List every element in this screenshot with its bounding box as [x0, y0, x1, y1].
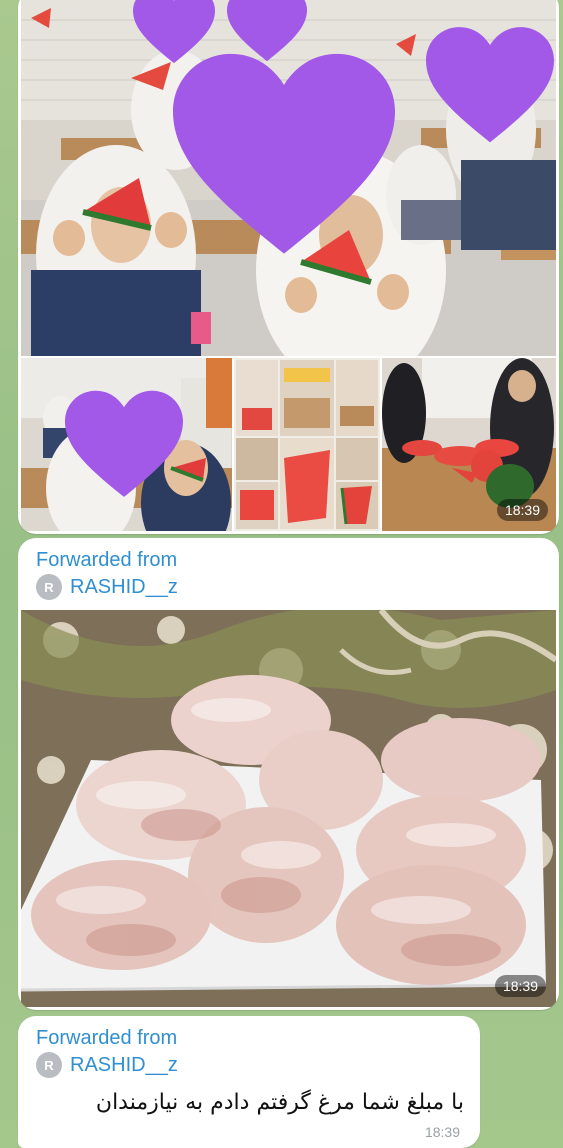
- photo-watermelon-collage[interactable]: [234, 358, 380, 531]
- forwarded-from-label: Forwarded from: [36, 1027, 178, 1049]
- forwarded-photo-message-bubble[interactable]: Forwarded from R RASHID__z 18:39: [18, 538, 559, 1010]
- album-timestamp: 18:39: [496, 499, 548, 521]
- forwarded-text-message-bubble[interactable]: Forwarded from R RASHID__z با مبلغ شما م…: [18, 1016, 480, 1148]
- photo-classroom-girls[interactable]: [21, 358, 232, 531]
- message-text: با مبلغ شما مرغ گرفتم دادم به نیازمندان: [95, 1090, 464, 1115]
- forwarded-header[interactable]: Forwarded from R RASHID__z: [36, 1026, 178, 1078]
- photo-classroom-watermelon[interactable]: [21, 0, 556, 356]
- photo-women-watermelon-table[interactable]: 18:39: [382, 358, 556, 531]
- forwarded-username[interactable]: RASHID__z: [70, 576, 178, 599]
- forwarded-from-label: Forwarded from: [36, 549, 178, 571]
- photo-chicken-bags[interactable]: 18:39: [21, 610, 556, 1007]
- message-timestamp: 18:39: [424, 1124, 460, 1140]
- album-message-bubble[interactable]: 18:39: [18, 0, 559, 534]
- avatar[interactable]: R: [36, 1052, 62, 1078]
- heart-sticker-icon: [173, 46, 395, 266]
- photo-watermelon-collage-image: [234, 358, 380, 531]
- avatar[interactable]: R: [36, 574, 62, 600]
- photo-timestamp: 18:39: [494, 975, 546, 997]
- heart-sticker-icon: [65, 388, 183, 502]
- heart-sticker-icon: [426, 24, 554, 148]
- forwarded-username[interactable]: RASHID__z: [70, 1054, 178, 1077]
- photo-chicken-bags-image: [21, 610, 556, 1007]
- forwarded-header[interactable]: Forwarded from R RASHID__z: [36, 548, 178, 600]
